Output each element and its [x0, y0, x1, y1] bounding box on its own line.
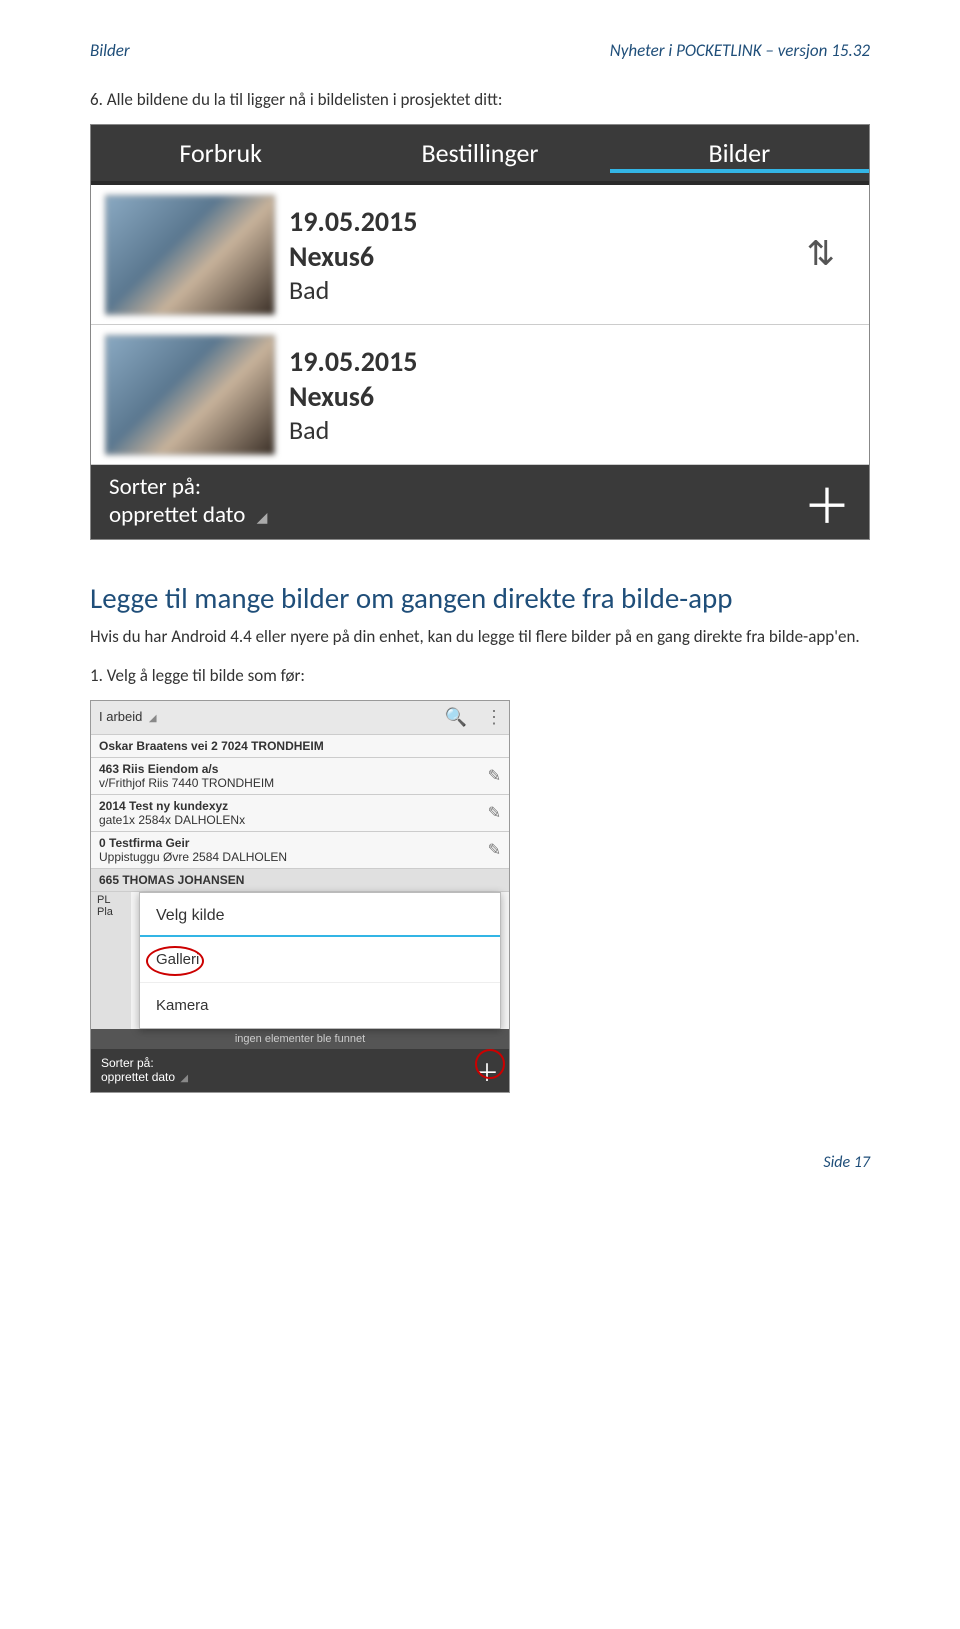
- item-date: 19.05.2015: [289, 344, 855, 379]
- page-number: Side 17: [90, 1153, 870, 1172]
- tab-bilder[interactable]: Bilder: [610, 137, 869, 173]
- list-item-text: 19.05.2015 Nexus6 Bad: [289, 344, 855, 446]
- list-item[interactable]: 19.05.2015 Nexus6 Bad ⇅: [91, 185, 869, 325]
- tab-bar: Forbruk Bestillinger Bilder: [91, 125, 869, 185]
- add-button[interactable]: ＋: [803, 467, 851, 537]
- edit-icon[interactable]: ✎: [488, 840, 501, 860]
- row-line2: v/Frithjof Riis 7440 TRONDHEIM: [99, 776, 488, 790]
- row-line2: Uppistuggu Øvre 2584 DALHOLEN: [99, 850, 488, 864]
- row-fragment: Pla: [97, 906, 125, 918]
- item-device: Nexus6: [289, 239, 793, 274]
- dropdown-triangle-icon: ◢: [149, 713, 157, 724]
- screenshot-velg-kilde: I arbeid ◢ 🔍 ⋮ Oskar Braatens vei 2 7024…: [90, 700, 510, 1093]
- tab-bestillinger[interactable]: Bestillinger: [350, 137, 609, 169]
- dialog-title: Velg kilde: [140, 893, 500, 937]
- header-left: Bilder: [90, 40, 130, 61]
- sort-button[interactable]: Sorter på: opprettet dato ◢: [109, 474, 267, 529]
- thumbnail-image: [105, 195, 275, 315]
- row-line1: 2014 Test ny kundexyz: [99, 799, 488, 813]
- overflow-menu-icon[interactable]: ⋮: [485, 707, 501, 728]
- table-row[interactable]: 665 THOMAS JOHANSEN: [91, 869, 509, 892]
- edit-icon[interactable]: ✎: [488, 766, 501, 786]
- step-6-text: 6. Alle bildene du la til ligger nå i bi…: [90, 89, 870, 110]
- row-fragment: PL: [97, 894, 125, 906]
- footer-bar: Sorter på: opprettet dato ◢ ＋: [91, 465, 869, 539]
- row-line1: Oskar Braatens vei 2 7024 TRONDHEIM: [99, 739, 501, 753]
- search-icon[interactable]: 🔍: [445, 707, 467, 728]
- table-row[interactable]: 0 Testfirma Geir Uppistuggu Øvre 2584 DA…: [91, 832, 509, 869]
- empty-message: ingen elementer ble funnet: [91, 1029, 509, 1049]
- row-line1: 0 Testfirma Geir: [99, 836, 488, 850]
- annotation-circle-icon: [146, 946, 204, 976]
- screenshot-bildeliste: Forbruk Bestillinger Bilder 19.05.2015 N…: [90, 124, 870, 540]
- list-item-text: 19.05.2015 Nexus6 Bad: [289, 204, 793, 306]
- row-line1: 463 Riis Eiendom a/s: [99, 762, 488, 776]
- dropdown-triangle-icon: ◢: [257, 509, 268, 526]
- item-device: Nexus6: [289, 379, 855, 414]
- sort-button[interactable]: Sorter på: opprettet dato ◢: [101, 1056, 188, 1084]
- table-row[interactable]: 2014 Test ny kundexyz gate1x 2584x DALHO…: [91, 795, 509, 832]
- dialog-option-kamera[interactable]: Kamera: [140, 982, 500, 1028]
- sort-label-line1: Sorter på:: [101, 1056, 188, 1070]
- toolbar: I arbeid ◢ 🔍 ⋮: [91, 701, 509, 735]
- add-button[interactable]: ＋: [475, 1053, 499, 1088]
- footer-bar: Sorter på: opprettet dato ◢ ＋: [91, 1049, 509, 1092]
- table-row[interactable]: 463 Riis Eiendom a/s v/Frithjof Riis 744…: [91, 758, 509, 795]
- status-dropdown[interactable]: I arbeid ◢: [99, 708, 157, 726]
- header-right: Nyheter i POCKETLINK – versjon 15.32: [610, 40, 870, 61]
- sort-label-line2: opprettet dato: [109, 501, 245, 529]
- row-line1: 665 THOMAS JOHANSEN: [99, 873, 501, 887]
- dialog-velg-kilde: Velg kilde Galleri Kamera: [139, 892, 501, 1029]
- item-room: Bad: [289, 274, 793, 306]
- sort-label-line1: Sorter på:: [109, 474, 267, 502]
- row-line2: gate1x 2584x DALHOLENx: [99, 813, 488, 827]
- step-1-text: 1. Velg å legge til bilde som før:: [90, 665, 870, 686]
- sort-label-line2: opprettet dato: [101, 1070, 175, 1084]
- item-date: 19.05.2015: [289, 204, 793, 239]
- edit-icon[interactable]: ✎: [488, 803, 501, 823]
- tab-forbruk[interactable]: Forbruk: [91, 137, 350, 169]
- annotation-circle-icon: [475, 1049, 505, 1079]
- section-heading: Legge til mange bilder om gangen direkte…: [90, 580, 870, 616]
- table-row[interactable]: Oskar Braatens vei 2 7024 TRONDHEIM: [91, 735, 509, 758]
- dropdown-triangle-icon: ◢: [180, 1073, 188, 1084]
- item-room: Bad: [289, 414, 855, 446]
- thumbnail-image: [105, 335, 275, 455]
- section-paragraph: Hvis du har Android 4.4 eller nyere på d…: [90, 626, 870, 649]
- list-item[interactable]: 19.05.2015 Nexus6 Bad: [91, 325, 869, 465]
- reorder-icon[interactable]: ⇅: [807, 234, 856, 275]
